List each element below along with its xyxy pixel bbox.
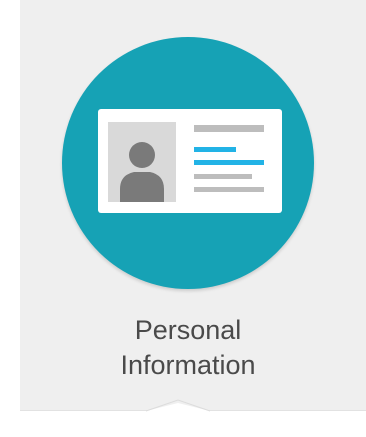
tile-label-line1: Personal bbox=[134, 315, 242, 345]
tile-divider bbox=[20, 410, 366, 411]
tile-label-line2: Information bbox=[120, 350, 256, 380]
tile-label[interactable]: Personal Information bbox=[88, 313, 288, 383]
id-card-icon bbox=[98, 109, 282, 213]
